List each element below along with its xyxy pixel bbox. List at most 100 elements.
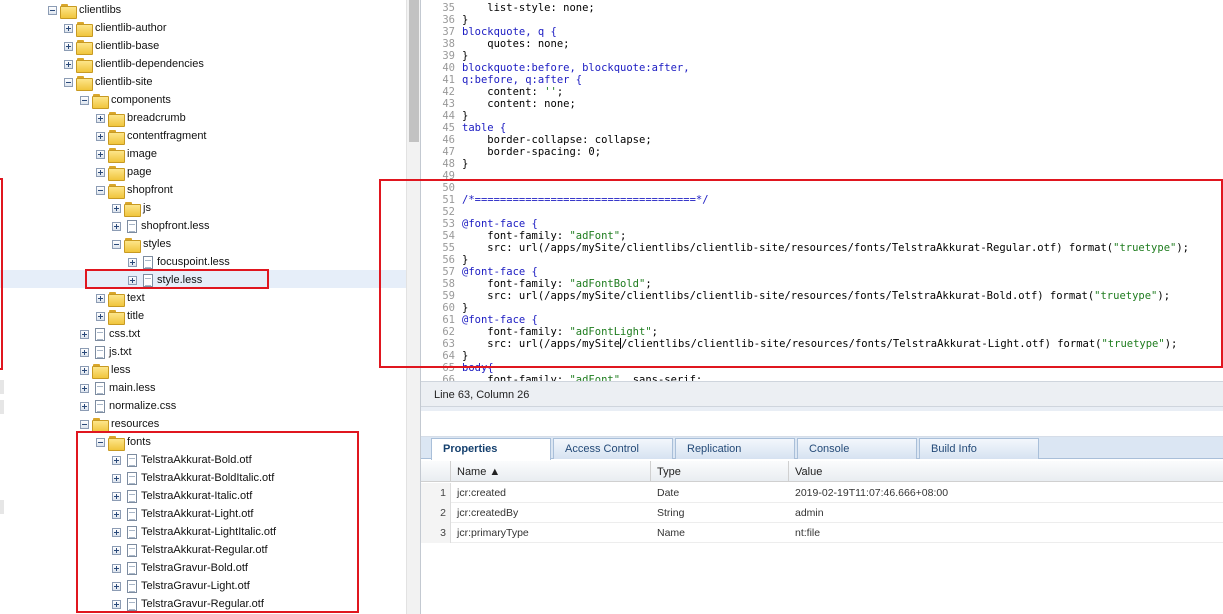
tree-node[interactable]: normalize.css — [0, 397, 176, 415]
code-line[interactable]: font-family: "adFontLight"; — [462, 326, 658, 338]
code-line[interactable]: blockquote, q { — [462, 26, 557, 38]
tree-node[interactable]: clientlib-site — [0, 73, 152, 91]
code-line[interactable]: font-family: "adFontBold"; — [462, 278, 651, 290]
code-line[interactable]: font-family: "adFont", sans-serif; — [462, 374, 702, 381]
code-line[interactable]: table { — [462, 122, 506, 134]
table-row[interactable]: 2 jcr:createdBy String admin — [421, 503, 1223, 523]
tree-node[interactable]: shopfront.less — [0, 217, 209, 235]
expand-toggle-icon[interactable] — [112, 599, 121, 609]
tree-node[interactable]: image — [0, 145, 157, 163]
expand-toggle-icon[interactable] — [80, 347, 89, 357]
expand-toggle-icon[interactable] — [112, 455, 121, 465]
code-line[interactable]: src: url(/apps/mySite/clientlibs/clientl… — [462, 290, 1170, 302]
expand-toggle-icon[interactable] — [112, 473, 121, 483]
tab-console[interactable]: Console — [797, 438, 917, 459]
tree-node[interactable]: title — [0, 307, 144, 325]
expand-toggle-icon[interactable] — [112, 581, 121, 591]
expand-toggle-icon[interactable] — [64, 41, 73, 51]
expand-toggle-icon[interactable] — [112, 203, 121, 213]
expand-toggle-icon[interactable] — [112, 563, 121, 573]
tree-node[interactable]: main.less — [0, 379, 155, 397]
code-line[interactable]: quotes: none; — [462, 38, 569, 50]
expand-toggle-icon[interactable] — [64, 59, 73, 69]
code-line[interactable]: blockquote:before, blockquote:after, — [462, 62, 690, 74]
tree-node[interactable]: clientlib-author — [0, 19, 167, 37]
table-row[interactable]: 3 jcr:primaryType Name nt:file — [421, 523, 1223, 543]
collapse-toggle-icon[interactable] — [48, 5, 57, 15]
tree-node[interactable]: TelstraAkkurat-Italic.otf — [0, 487, 252, 505]
code-line[interactable]: content: none; — [462, 98, 576, 110]
code-line[interactable]: @font-face { — [462, 314, 538, 326]
expand-toggle-icon[interactable] — [96, 167, 105, 177]
tree-node[interactable]: less — [0, 361, 131, 379]
tree-node[interactable]: style.less — [0, 271, 202, 289]
tree-node[interactable]: TelstraGravur-Regular.otf — [0, 595, 264, 613]
code-line[interactable]: @font-face { — [462, 266, 538, 278]
table-row[interactable]: 1 jcr:created Date 2019-02-19T11:07:46.6… — [421, 483, 1223, 503]
tree-node[interactable]: js — [0, 199, 151, 217]
tab-replication[interactable]: Replication — [675, 438, 795, 459]
expand-toggle-icon[interactable] — [112, 491, 121, 501]
tree-node[interactable]: TelstraAkkurat-Regular.otf — [0, 541, 268, 559]
tree-node[interactable]: js.txt — [0, 343, 132, 361]
code-line[interactable]: body{ — [462, 362, 494, 374]
expand-toggle-icon[interactable] — [128, 257, 137, 267]
expand-toggle-icon[interactable] — [64, 23, 73, 33]
collapse-toggle-icon[interactable] — [96, 437, 105, 447]
expand-toggle-icon[interactable] — [80, 329, 89, 339]
collapse-toggle-icon[interactable] — [112, 239, 121, 249]
tree-node[interactable]: clientlib-dependencies — [0, 55, 204, 73]
expand-toggle-icon[interactable] — [112, 545, 121, 555]
expand-toggle-icon[interactable] — [128, 275, 137, 285]
tree-node[interactable]: TelstraAkkurat-LightItalic.otf — [0, 523, 276, 541]
expand-toggle-icon[interactable] — [96, 113, 105, 123]
tree-node[interactable]: focuspoint.less — [0, 253, 230, 271]
tree-node[interactable]: TelstraAkkurat-Bold.otf — [0, 451, 252, 469]
collapse-toggle-icon[interactable] — [64, 77, 73, 87]
tree-node[interactable]: shopfront — [0, 181, 173, 199]
expand-toggle-icon[interactable] — [112, 527, 121, 537]
expand-toggle-icon[interactable] — [80, 401, 89, 411]
expand-toggle-icon[interactable] — [112, 509, 121, 519]
tree-node[interactable]: page — [0, 163, 151, 181]
tree-scrollbar-thumb[interactable] — [409, 0, 419, 142]
collapse-toggle-icon[interactable] — [80, 419, 89, 429]
code-line[interactable]: font-family: "adFont"; — [462, 230, 626, 242]
expand-toggle-icon[interactable] — [112, 221, 121, 231]
tree-node[interactable]: text — [0, 289, 145, 307]
expand-toggle-icon[interactable] — [96, 149, 105, 159]
tree-node[interactable]: fonts — [0, 433, 151, 451]
code-line[interactable]: content: ''; — [462, 86, 563, 98]
tree-node[interactable]: resources — [0, 415, 159, 433]
tree-node[interactable]: TelstraAkkurat-BoldItalic.otf — [0, 469, 274, 487]
code-line[interactable]: src: url(/apps/mySite/clientlibs/clientl… — [462, 338, 1177, 350]
code-line[interactable]: } — [462, 14, 468, 26]
collapse-toggle-icon[interactable] — [96, 185, 105, 195]
code-line[interactable]: border-spacing: 0; — [462, 146, 601, 158]
code-line[interactable]: list-style: none; — [462, 2, 594, 14]
tree-node[interactable]: contentfragment — [0, 127, 207, 145]
collapse-toggle-icon[interactable] — [80, 95, 89, 105]
expand-toggle-icon[interactable] — [80, 365, 89, 375]
code-line[interactable]: @font-face { — [462, 218, 538, 230]
column-header-type[interactable]: Type — [651, 461, 789, 482]
tree-scrollbar[interactable] — [406, 0, 420, 614]
code-line[interactable]: /*===================================*/ — [462, 194, 709, 206]
code-line[interactable]: border-collapse: collapse; — [462, 134, 651, 146]
expand-toggle-icon[interactable] — [96, 131, 105, 141]
tree-node[interactable]: clientlibs — [0, 1, 121, 19]
tree-node[interactable]: TelstraGravur-Bold.otf — [0, 559, 248, 577]
code-line[interactable]: } — [462, 50, 468, 62]
expand-toggle-icon[interactable] — [96, 293, 105, 303]
column-header-value[interactable]: Value — [789, 461, 1223, 482]
code-line[interactable]: src: url(/apps/mySite/clientlibs/clientl… — [462, 242, 1189, 254]
code-editor[interactable]: 35 list-style: none; 36} 37 blockquote, q {… — [429, 0, 1223, 381]
tab-build-info[interactable]: Build Info — [919, 438, 1039, 459]
code-line[interactable]: } — [462, 350, 468, 362]
tab-properties[interactable]: Properties — [431, 438, 551, 460]
tree-node[interactable]: breadcrumb — [0, 109, 186, 127]
tree-node[interactable]: css.txt — [0, 325, 140, 343]
code-line[interactable]: q:before, q:after { — [462, 74, 582, 86]
code-line[interactable]: } — [462, 110, 468, 122]
tab-access-control[interactable]: Access Control — [553, 438, 673, 459]
